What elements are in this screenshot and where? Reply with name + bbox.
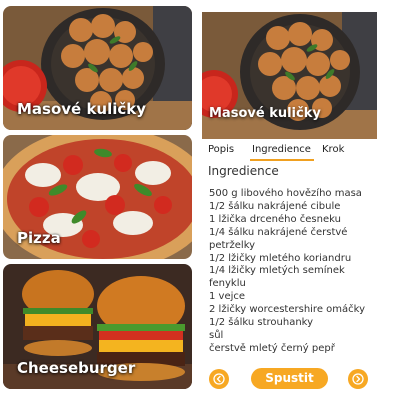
recipe-card-title: Pizza — [17, 229, 61, 247]
detail-hero: Masové kuličky — [202, 12, 377, 139]
ingredient-line: 1 vejce — [209, 291, 246, 303]
ingredient-line: petrželky — [209, 239, 256, 251]
tab-popis[interactable]: Popis — [208, 144, 234, 155]
ingredient-line: 1 lžička drceného česneku — [209, 213, 341, 225]
ingredient-line: fenyklu — [209, 278, 246, 290]
ingredient-line: 500 g libového hovězího masa — [209, 188, 362, 199]
start-button[interactable]: Spustit — [251, 368, 328, 389]
ingredient-line: 1/4 šálku nakrájené čerstvé — [209, 226, 348, 238]
next-button[interactable] — [348, 369, 368, 389]
recipe-card-title: Masové kuličky — [17, 100, 147, 118]
ingredients-heading: Ingredience — [208, 164, 279, 178]
ingredients-list: 500 g libového hovězího masa 1/2 šálku n… — [209, 188, 394, 356]
chevron-left-icon — [213, 373, 225, 385]
recipe-card-meatballs[interactable]: Masové kuličky — [3, 6, 192, 130]
ingredient-line: sůl — [209, 329, 224, 341]
active-tab-indicator — [250, 159, 314, 161]
recipe-card-cheeseburger[interactable]: Cheeseburger — [3, 264, 192, 389]
ingredient-line: 1/2 šálku strouhanky — [209, 317, 314, 329]
ingredient-line: čerstvě mletý černý pepř — [209, 342, 335, 354]
ingredient-line: 1/2 šálku nakrájené cibule — [209, 200, 341, 212]
chevron-right-icon — [352, 373, 364, 385]
recipe-card-title: Cheeseburger — [17, 359, 136, 377]
detail-title: Masové kuličky — [209, 106, 321, 121]
ingredient-line: 1/4 lžičky mletých semínek — [209, 265, 345, 277]
recipe-card-pizza[interactable]: Pizza — [3, 135, 192, 259]
ingredient-line: 1/2 lžičky mletého koriandru — [209, 252, 352, 264]
ingredient-line: 2 lžičky worcestershire omáčky — [209, 304, 365, 316]
tab-krok[interactable]: Krok — [322, 144, 344, 155]
previous-button[interactable] — [209, 369, 229, 389]
tab-ingredience[interactable]: Ingredience — [252, 144, 311, 155]
